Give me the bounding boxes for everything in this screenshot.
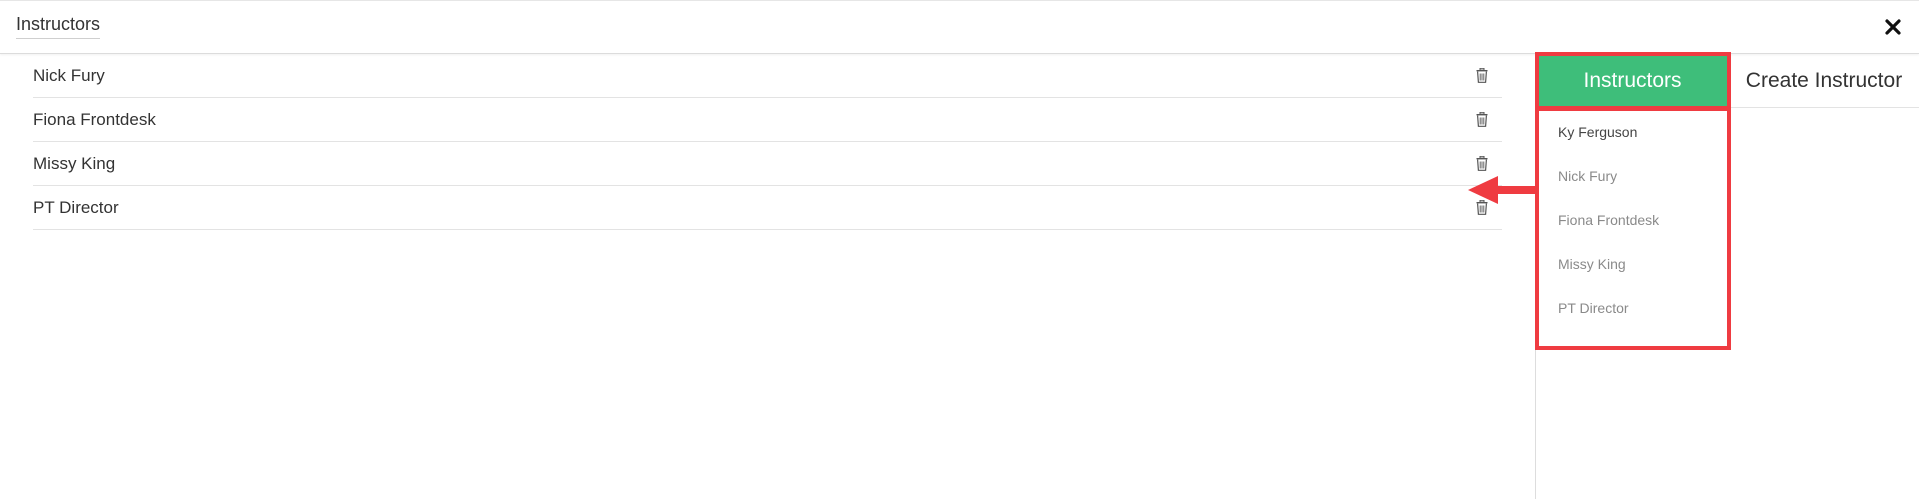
tab-create-instructor[interactable]: Create Instructor bbox=[1729, 54, 1919, 108]
dropdown-item[interactable]: Ky Ferguson bbox=[1536, 110, 1729, 154]
delete-instructor-button[interactable] bbox=[1472, 109, 1492, 129]
table-row: Missy King bbox=[33, 142, 1502, 186]
dropdown-item[interactable]: PT Director bbox=[1536, 286, 1729, 330]
table-row: Nick Fury bbox=[33, 54, 1502, 98]
arrow-left-icon bbox=[1468, 176, 1538, 204]
instructor-name: Missy King bbox=[33, 153, 116, 173]
delete-instructor-button[interactable] bbox=[1472, 65, 1492, 85]
trash-icon bbox=[1476, 111, 1488, 127]
close-button[interactable] bbox=[1879, 13, 1907, 41]
table-row: PT Director bbox=[33, 186, 1502, 230]
instructor-list: Nick Fury Fiona Frontdesk Missy King PT … bbox=[33, 54, 1502, 230]
page-title: Instructors bbox=[16, 13, 101, 39]
instructor-name: Fiona Frontdesk bbox=[33, 109, 156, 129]
dropdown-item[interactable]: Fiona Frontdesk bbox=[1536, 198, 1729, 242]
close-icon bbox=[1885, 19, 1901, 35]
instructor-name: PT Director bbox=[33, 197, 119, 217]
instructor-dropdown: Ky Ferguson Nick Fury Fiona Frontdesk Mi… bbox=[1536, 110, 1729, 348]
table-row: Fiona Frontdesk bbox=[33, 98, 1502, 142]
tab-instructors[interactable]: Instructors bbox=[1536, 54, 1729, 108]
dropdown-item[interactable]: Missy King bbox=[1536, 242, 1729, 286]
trash-icon bbox=[1476, 67, 1488, 83]
trash-icon bbox=[1476, 155, 1488, 171]
delete-instructor-button[interactable] bbox=[1472, 153, 1492, 173]
instructor-name: Nick Fury bbox=[33, 65, 105, 85]
dropdown-item[interactable]: Nick Fury bbox=[1536, 154, 1729, 198]
top-bar: Instructors bbox=[0, 0, 1919, 54]
